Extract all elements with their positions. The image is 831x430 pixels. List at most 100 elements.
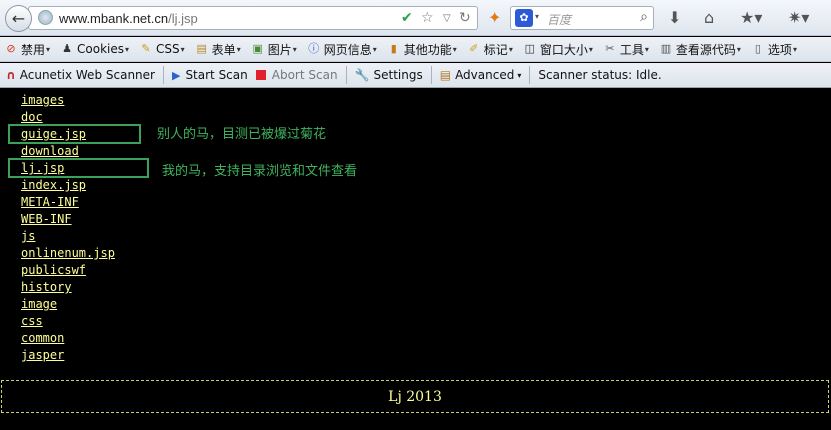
home-icon[interactable]: ⌂ [704,8,714,27]
search-box[interactable]: ✿ ▾ 百度 ⌕ [510,6,654,30]
addon-icon[interactable]: ✷▾ [788,8,809,27]
dropdown-icon: ▾ [792,44,797,54]
dropdown-icon: ▾ [517,70,522,80]
advanced-icon: ▤ [439,68,452,82]
annotation-others-shell: 别人的马，目测已被爆过菊花 [157,127,327,142]
directory-link[interactable]: publicswf [21,262,115,279]
bookmark-item[interactable]: ✂ 工具 ▾ [603,41,649,58]
bookmark-item[interactable]: ▣ 图片 ▾ [251,41,297,58]
url-bar[interactable]: www.mbank.net.cn/lj.jsp ✔ ☆ ▽ ↻ [28,6,478,30]
tools-icon: ✂ [605,42,615,55]
dropdown-icon: ▾ [372,44,377,54]
dropdown-icon: ▾ [46,44,51,54]
directory-link[interactable]: history [21,279,115,296]
bookmarks-toolbar: ⊘ 禁用 ▾ ♟ Cookies ▾ ✎ CSS ▾ ▤ 表单 ▾ ▣ 图片 ▾ ⓘ 网页信息 ▾ ▮ 其他功能 ▾ ✐ 标… [0,37,831,62]
image-icon: ▣ [252,42,263,55]
pencil-icon: ✎ [141,42,151,55]
marker-icon: ✐ [469,42,479,55]
download-icon[interactable]: ⬇ [668,8,681,27]
bookmark-star-icon[interactable]: ☆ [421,10,434,26]
dropdown-icon[interactable]: ▽ [443,13,451,24]
separator [345,66,347,84]
bookmark-item[interactable]: ⓘ 网页信息 ▾ [307,41,377,58]
acunetix-logo-icon: ∩ [6,68,16,82]
bookmark-label: 其他功能 [403,42,452,57]
person-icon: ♟ [62,42,72,55]
bookmark-label: 工具 [619,42,644,57]
page-content: images doc guige.jsp download lj.jsp index.js… [0,89,831,430]
back-arrow-icon: ← [11,9,26,28]
bookmark-label: 选项 [767,42,792,57]
dropdown-icon: ▾ [452,44,457,54]
dropdown-icon: ▾ [644,44,649,54]
url-text[interactable]: www.mbank.net.cn/lj.jsp [59,11,198,26]
bookmark-item[interactable]: ✎ CSS ▾ [139,42,185,56]
separator [529,66,531,84]
bookmark-item[interactable]: ⊘ 禁用 ▾ [4,41,50,58]
directory-link[interactable]: image [21,296,115,313]
dropdown-icon: ▾ [588,44,593,54]
bookmark-item[interactable]: ▮ 其他功能 ▾ [387,41,457,58]
dropdown-icon: ▾ [180,44,185,54]
dropdown-icon: ▾ [736,44,741,54]
directory-link[interactable]: onlinenum.jsp [21,245,115,262]
bookmark-label: CSS [156,42,180,56]
book-icon: ▮ [390,42,397,55]
bookmark-label: Cookies [77,42,125,56]
start-scan-button[interactable]: ▶ Start Scan [172,68,248,82]
bookmark-item[interactable]: ◫ 窗口大小 ▾ [523,41,593,58]
stop-icon [255,70,266,80]
directory-link[interactable]: images [21,92,115,109]
annotation-my-shell: 我的马，支持目录浏览和文件查看 [162,164,358,179]
directory-link[interactable]: common [21,330,115,347]
directory-link[interactable]: js [21,228,115,245]
globe-icon [38,10,53,25]
directory-link[interactable]: index.jsp [21,177,115,194]
directory-link[interactable]: WEB-INF [21,211,115,228]
directory-link[interactable]: jasper [21,347,115,364]
engine-dropdown-icon[interactable]: ▾ [535,12,539,21]
bookmark-item[interactable]: ▯ 选项 ▾ [751,41,797,58]
baidu-icon: ✿ [515,9,533,27]
form-icon: ▤ [196,42,207,55]
bookmark-label: 查看源代码 [675,42,736,57]
separator [430,66,432,84]
dropdown-icon: ▾ [125,44,130,54]
bookmark-item[interactable]: ✐ 标记 ▾ [467,41,513,58]
directory-link[interactable]: css [21,313,115,330]
bookmark-label: 图片 [267,42,292,57]
bookmarks-menu-icon[interactable]: ★▾ [740,8,762,27]
search-icon[interactable]: ⌕ [640,9,648,25]
bookmark-label: 标记 [483,42,508,57]
abort-scan-button[interactable]: Abort Scan [255,68,338,82]
highlight-box-guige [8,124,141,144]
settings-button[interactable]: 🔧 Settings [355,68,423,82]
acunetix-toolbar: ∩ Acunetix Web Scanner ▶ Start Scan Abor… [0,63,831,88]
scanner-status: Scanner status: Idle. [538,68,662,82]
extension-icon[interactable]: ✦ [488,8,501,27]
bookmark-item[interactable]: ▥ 查看源代码 ▾ [659,41,741,58]
advanced-menu[interactable]: ▤ Advanced ▾ [440,68,522,82]
page-footer: Lj 2013 [1,380,829,413]
acunetix-title: ∩ Acunetix Web Scanner [6,68,155,82]
search-input[interactable]: 百度 [547,11,571,28]
resize-icon: ◫ [524,42,536,55]
options-icon: ▯ [754,42,761,55]
bookmark-item[interactable]: ♟ Cookies ▾ [60,42,129,56]
navigation-bar: www.mbank.net.cn/lj.jsp ✔ ☆ ▽ ↻ ← ✦ ✿ ▾ … [0,0,831,36]
bookmark-label: 表单 [211,42,236,57]
bookmark-item[interactable]: ▤ 表单 ▾ [195,41,241,58]
source-icon: ▥ [660,42,672,55]
separator [162,66,164,84]
info-icon: ⓘ [308,42,320,55]
back-button[interactable]: ← [5,5,32,32]
bookmark-label: 禁用 [21,42,46,57]
footer-text: Lj 2013 [388,388,442,405]
reload-icon[interactable]: ↻ [459,10,471,26]
bookmark-label: 网页信息 [323,42,372,57]
dropdown-icon: ▾ [292,44,297,54]
play-icon: ▶ [171,68,181,82]
dropdown-icon: ▾ [236,44,241,54]
directory-link[interactable]: META-INF [21,194,115,211]
wrench-icon: 🔧 [354,68,370,82]
